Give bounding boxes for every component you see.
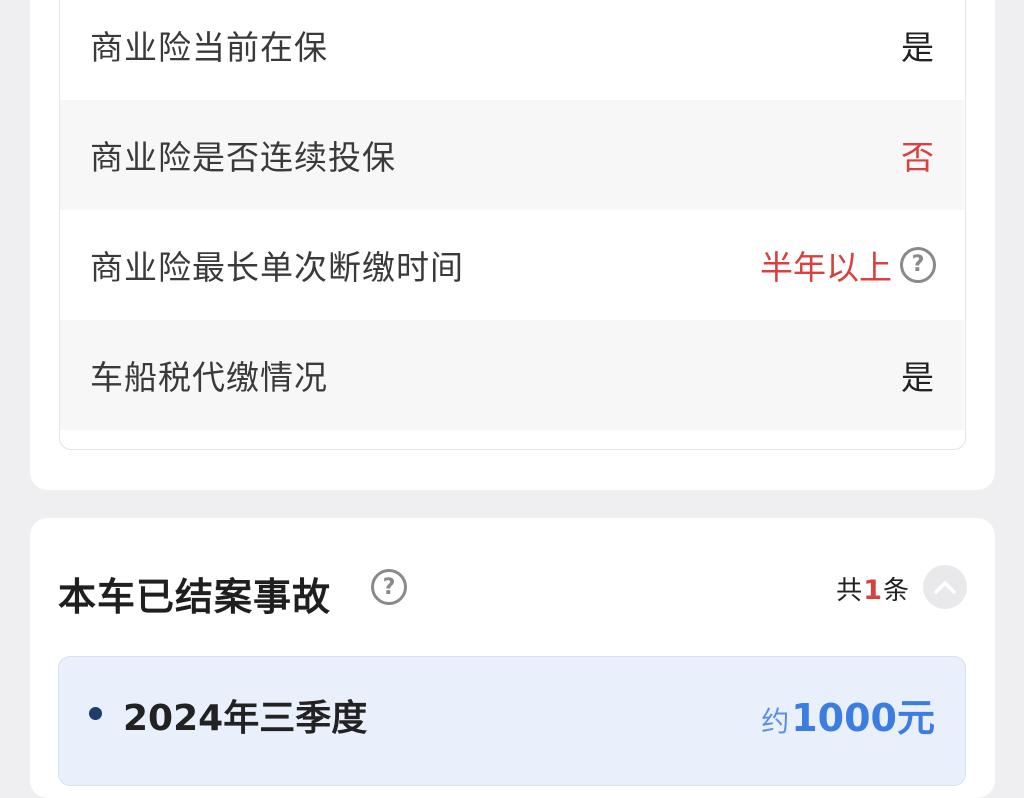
row-label: 商业险最长单次断缴时间 xyxy=(90,248,464,287)
row-value: 半年以上 xyxy=(760,248,892,287)
accident-count: 共 1 条 xyxy=(836,570,909,607)
insurance-table: 商业险当前在保 是 商业险是否连续投保 否 商业险最长单次断缴时间 半年以上 ?… xyxy=(59,0,966,450)
count-suffix: 条 xyxy=(882,576,909,606)
chevron-up-icon xyxy=(934,581,956,594)
row-label: 车船税代缴情况 xyxy=(90,358,328,397)
count-number: 1 xyxy=(863,575,882,606)
row-vehicle-tax: 车船税代缴情况 是 xyxy=(60,320,964,430)
accident-amount: 约 1000元 xyxy=(761,687,935,742)
row-value: 是 xyxy=(901,28,934,67)
row-commercial-continuous: 商业险是否连续投保 否 xyxy=(60,100,964,210)
accident-period: 2024年三季度 xyxy=(123,698,368,739)
question-circle-icon[interactable]: ? xyxy=(371,569,407,605)
row-value: 否 xyxy=(901,138,934,177)
count-prefix: 共 xyxy=(836,576,863,606)
row-commercial-max-gap: 商业险最长单次断缴时间 半年以上 ? xyxy=(60,210,964,320)
row-label: 商业险是否连续投保 xyxy=(90,138,396,177)
accidents-card: 本车已结案事故 ? 共 1 条 2024年三季度 约 1000元 xyxy=(30,518,995,798)
row-label: 商业险当前在保 xyxy=(90,28,328,67)
collapse-button[interactable] xyxy=(923,565,967,609)
section-title: 本车已结案事故 xyxy=(58,575,332,619)
amount-value: 1000元 xyxy=(791,696,935,740)
accident-item[interactable]: 2024年三季度 约 1000元 xyxy=(58,656,966,786)
row-commercial-insured: 商业险当前在保 是 xyxy=(60,0,964,100)
bullet-dot-icon xyxy=(89,707,102,720)
insurance-card: 商业险当前在保 是 商业险是否连续投保 否 商业险最长单次断缴时间 半年以上 ?… xyxy=(30,0,995,490)
question-circle-icon[interactable]: ? xyxy=(900,247,936,283)
amount-prefix: 约 xyxy=(761,705,790,738)
row-value: 是 xyxy=(901,358,934,397)
